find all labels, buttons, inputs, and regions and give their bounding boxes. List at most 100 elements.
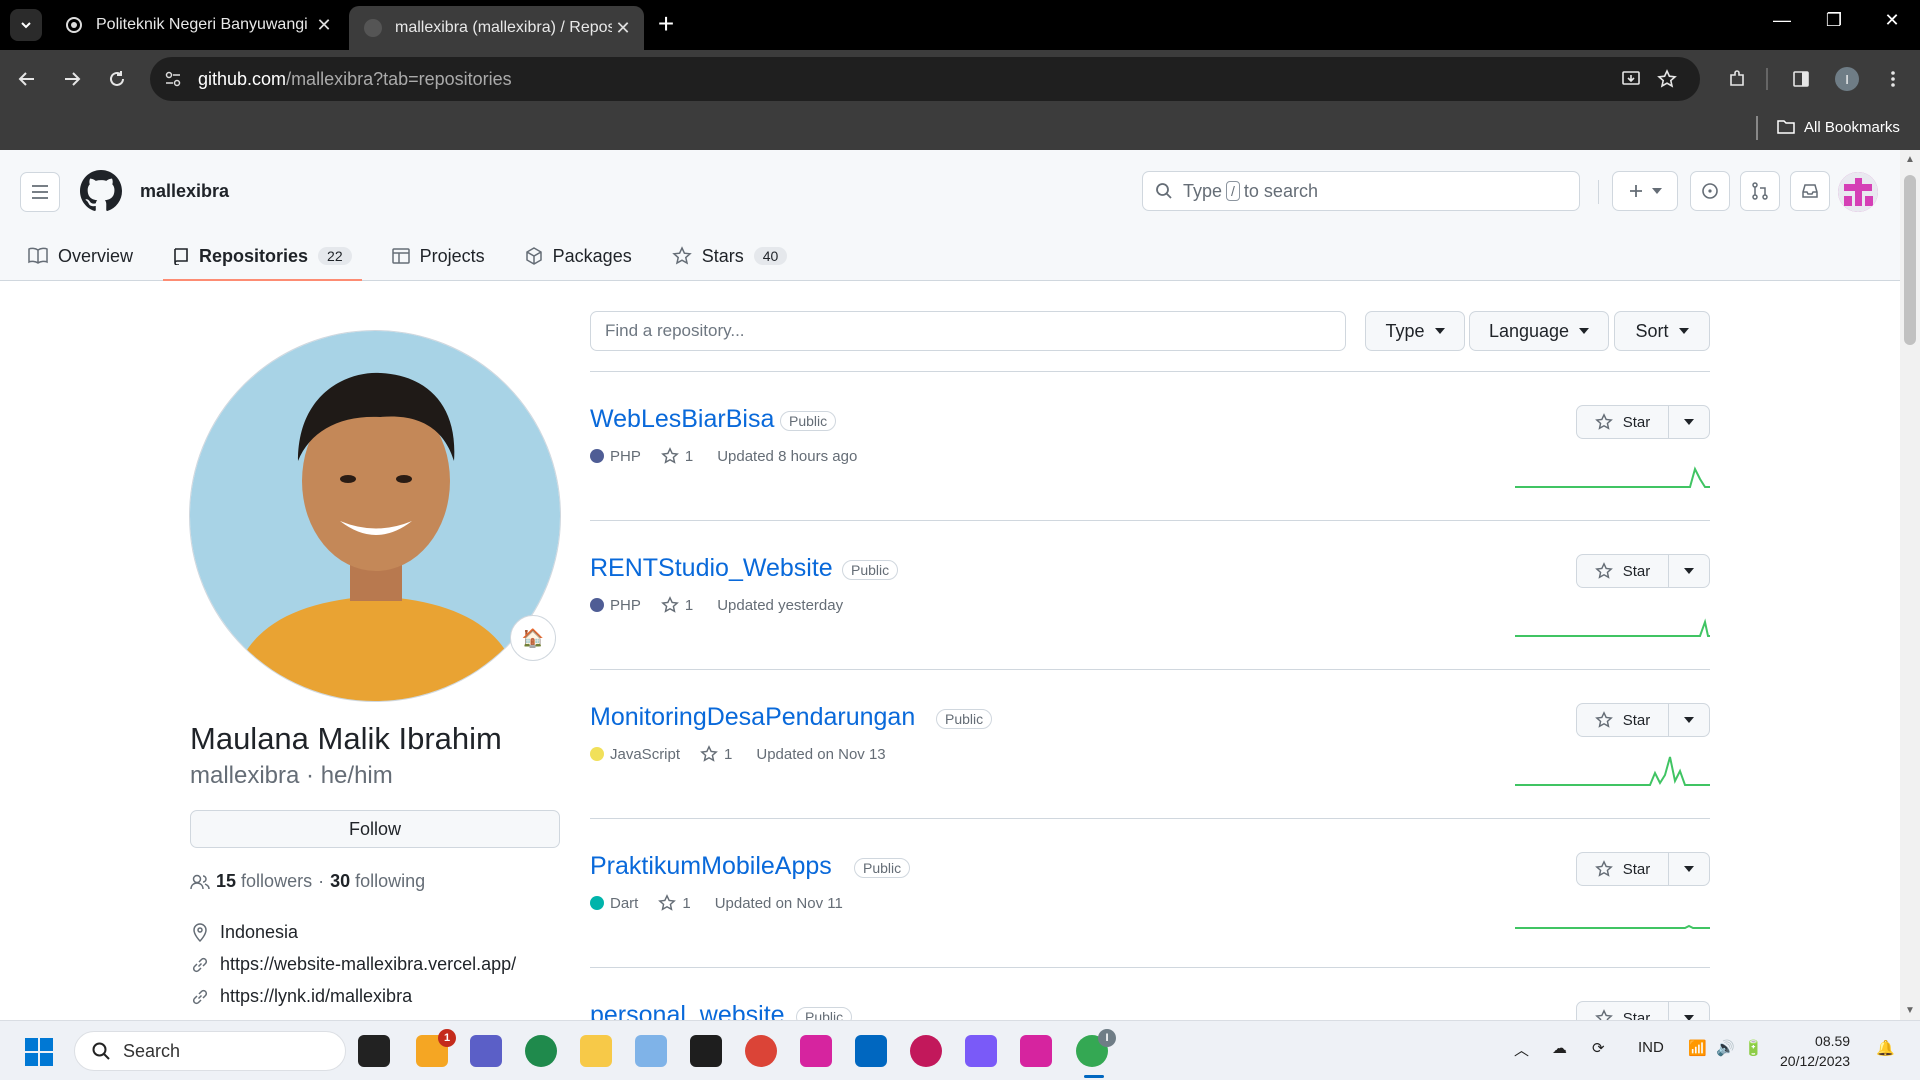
tab-stars[interactable]: Stars 40 — [662, 232, 798, 280]
star-button[interactable]: Star — [1577, 555, 1669, 587]
address-bar[interactable]: github.com/mallexibra?tab=repositories — [150, 57, 1700, 101]
bookmark-star-icon[interactable] — [1652, 64, 1682, 94]
instagram-icon[interactable] — [1020, 1035, 1052, 1067]
type-filter-button[interactable]: Type — [1365, 311, 1465, 351]
repo-name-link[interactable]: WebLesBiarBisa — [590, 405, 774, 434]
input-language[interactable]: IND — [1638, 1039, 1664, 1056]
pull-requests-button[interactable] — [1740, 171, 1780, 211]
lynk-link[interactable]: https://lynk.id/mallexibra — [220, 986, 412, 1007]
tab-packages[interactable]: Packages — [515, 232, 642, 280]
window-close-icon[interactable]: ✕ — [1872, 10, 1912, 31]
profile-full-name: Maulana Malik Ibrahim — [190, 721, 502, 756]
profile-badge: I — [1098, 1029, 1116, 1047]
hamburger-menu-button[interactable] — [20, 172, 60, 212]
repo-stars-link[interactable]: 1 — [700, 745, 732, 763]
language-filter-button[interactable]: Language — [1469, 311, 1609, 351]
browser-tab-politeknik[interactable]: Politeknik Negeri Banyuwangi ✕ — [50, 7, 345, 43]
copilot-icon[interactable] — [965, 1035, 997, 1067]
close-icon[interactable]: ✕ — [313, 15, 335, 36]
windows-start-icon[interactable] — [24, 1037, 54, 1067]
star-list-dropdown[interactable] — [1669, 555, 1709, 587]
scroll-down-icon[interactable]: ▼ — [1905, 1005, 1915, 1016]
tab-repositories[interactable]: Repositories 22 — [163, 232, 362, 281]
following-link[interactable]: 30 following — [330, 871, 425, 892]
tab-projects[interactable]: Projects — [382, 232, 495, 280]
sort-filter-button[interactable]: Sort — [1614, 311, 1710, 351]
issues-button[interactable] — [1690, 171, 1730, 211]
forward-icon[interactable] — [55, 62, 89, 96]
restore-icon[interactable]: ❐ — [1814, 10, 1854, 31]
repo-stars-link[interactable]: 1 — [660, 596, 693, 614]
repo-name-link[interactable]: personal_website — [590, 1001, 785, 1020]
volume-icon[interactable]: 🔊 — [1716, 1039, 1735, 1057]
repo-name-link[interactable]: MonitoringDesaPendarungan — [590, 703, 915, 732]
create-new-button[interactable] — [1612, 171, 1678, 211]
install-app-icon[interactable] — [1616, 64, 1646, 94]
scroll-up-icon[interactable]: ▲ — [1905, 154, 1915, 165]
star-button[interactable]: Star — [1577, 1002, 1669, 1020]
snipping-tool-icon[interactable] — [635, 1035, 667, 1067]
battery-icon[interactable]: 🔋 — [1744, 1039, 1763, 1057]
gear-icon — [66, 17, 82, 33]
star-list-dropdown[interactable] — [1669, 1002, 1709, 1020]
star-button[interactable]: Star — [1577, 406, 1669, 438]
minimize-icon[interactable]: — — [1762, 10, 1802, 31]
star-button-group: Star — [1576, 1001, 1710, 1020]
reload-icon[interactable] — [100, 62, 134, 96]
status-emoji-button[interactable]: 🏠 — [510, 615, 556, 661]
chevron-up-icon[interactable]: ︿ — [1514, 1039, 1529, 1060]
all-bookmarks-button[interactable]: All Bookmarks — [1776, 118, 1900, 136]
teams-icon[interactable] — [470, 1035, 502, 1067]
page-scrollbar[interactable]: ▲ ▼ — [1900, 150, 1920, 1020]
site-info-icon[interactable] — [158, 64, 188, 94]
inbox-button[interactable] — [1790, 171, 1830, 211]
browser-tab-github[interactable]: mallexibra (mallexibra) / Reposi ✕ — [349, 6, 644, 50]
scroll-thumb[interactable] — [1904, 175, 1916, 345]
header-username[interactable]: mallexibra — [140, 181, 229, 202]
find-repository-input[interactable]: Find a repository... — [590, 311, 1346, 351]
star-list-dropdown[interactable] — [1669, 406, 1709, 438]
figma-icon[interactable] — [690, 1035, 722, 1067]
repo-stars-link[interactable]: 1 — [660, 447, 693, 465]
repo-stars-link[interactable]: 1 — [658, 894, 691, 912]
task-view-icon[interactable] — [358, 1035, 390, 1067]
followers-link[interactable]: 15 followers — [216, 871, 312, 892]
instagram-icon[interactable] — [800, 1035, 832, 1067]
edge-icon[interactable] — [525, 1035, 557, 1067]
tab-overview[interactable]: Overview — [18, 232, 143, 280]
notification-bell-icon[interactable]: 🔔 — [1876, 1039, 1895, 1057]
star-button[interactable]: Star — [1577, 704, 1669, 736]
back-icon[interactable] — [10, 62, 44, 96]
star-list-dropdown[interactable] — [1669, 853, 1709, 885]
wifi-icon[interactable]: 📶 — [1688, 1039, 1707, 1057]
profile-avatar[interactable] — [189, 330, 561, 702]
onedrive-icon[interactable]: ☁ — [1552, 1039, 1567, 1057]
more-menu-icon[interactable] — [1876, 62, 1910, 96]
system-clock[interactable]: 08.59 20/12/2023 — [1780, 1031, 1850, 1071]
language-color-dot — [590, 449, 604, 463]
github-search-input[interactable]: Type / to search — [1142, 171, 1580, 211]
chrome-icon[interactable] — [745, 1035, 777, 1067]
weather-widget-icon[interactable]: 1 — [416, 1029, 456, 1067]
tab-search-button[interactable] — [10, 9, 42, 41]
type-filter-label: Type — [1385, 320, 1425, 341]
github-logo-icon[interactable] — [80, 170, 122, 212]
extensions-icon[interactable] — [1720, 62, 1754, 96]
sync-icon[interactable]: ⟳ — [1592, 1039, 1605, 1057]
new-tab-button[interactable]: + — [650, 9, 682, 41]
follow-button[interactable]: Follow — [190, 810, 560, 848]
file-explorer-icon[interactable] — [580, 1035, 612, 1067]
repo-name-link[interactable]: PraktikumMobileApps — [590, 852, 832, 881]
website-link[interactable]: https://website-mallexibra.vercel.app/ — [220, 954, 516, 975]
star-list-dropdown[interactable] — [1669, 704, 1709, 736]
close-icon[interactable]: ✕ — [612, 18, 634, 39]
star-button[interactable]: Star — [1577, 853, 1669, 885]
repo-name-link[interactable]: RENTStudio_Website — [590, 554, 833, 583]
microsoft-store-icon[interactable] — [855, 1035, 887, 1067]
chrome-icon[interactable]: I — [1076, 1029, 1116, 1067]
user-avatar[interactable] — [1838, 172, 1878, 212]
taskbar-search-box[interactable]: Search — [74, 1031, 346, 1071]
profile-button[interactable]: I — [1830, 62, 1864, 96]
side-panel-icon[interactable] — [1784, 62, 1818, 96]
wps-office-icon[interactable] — [910, 1035, 942, 1067]
